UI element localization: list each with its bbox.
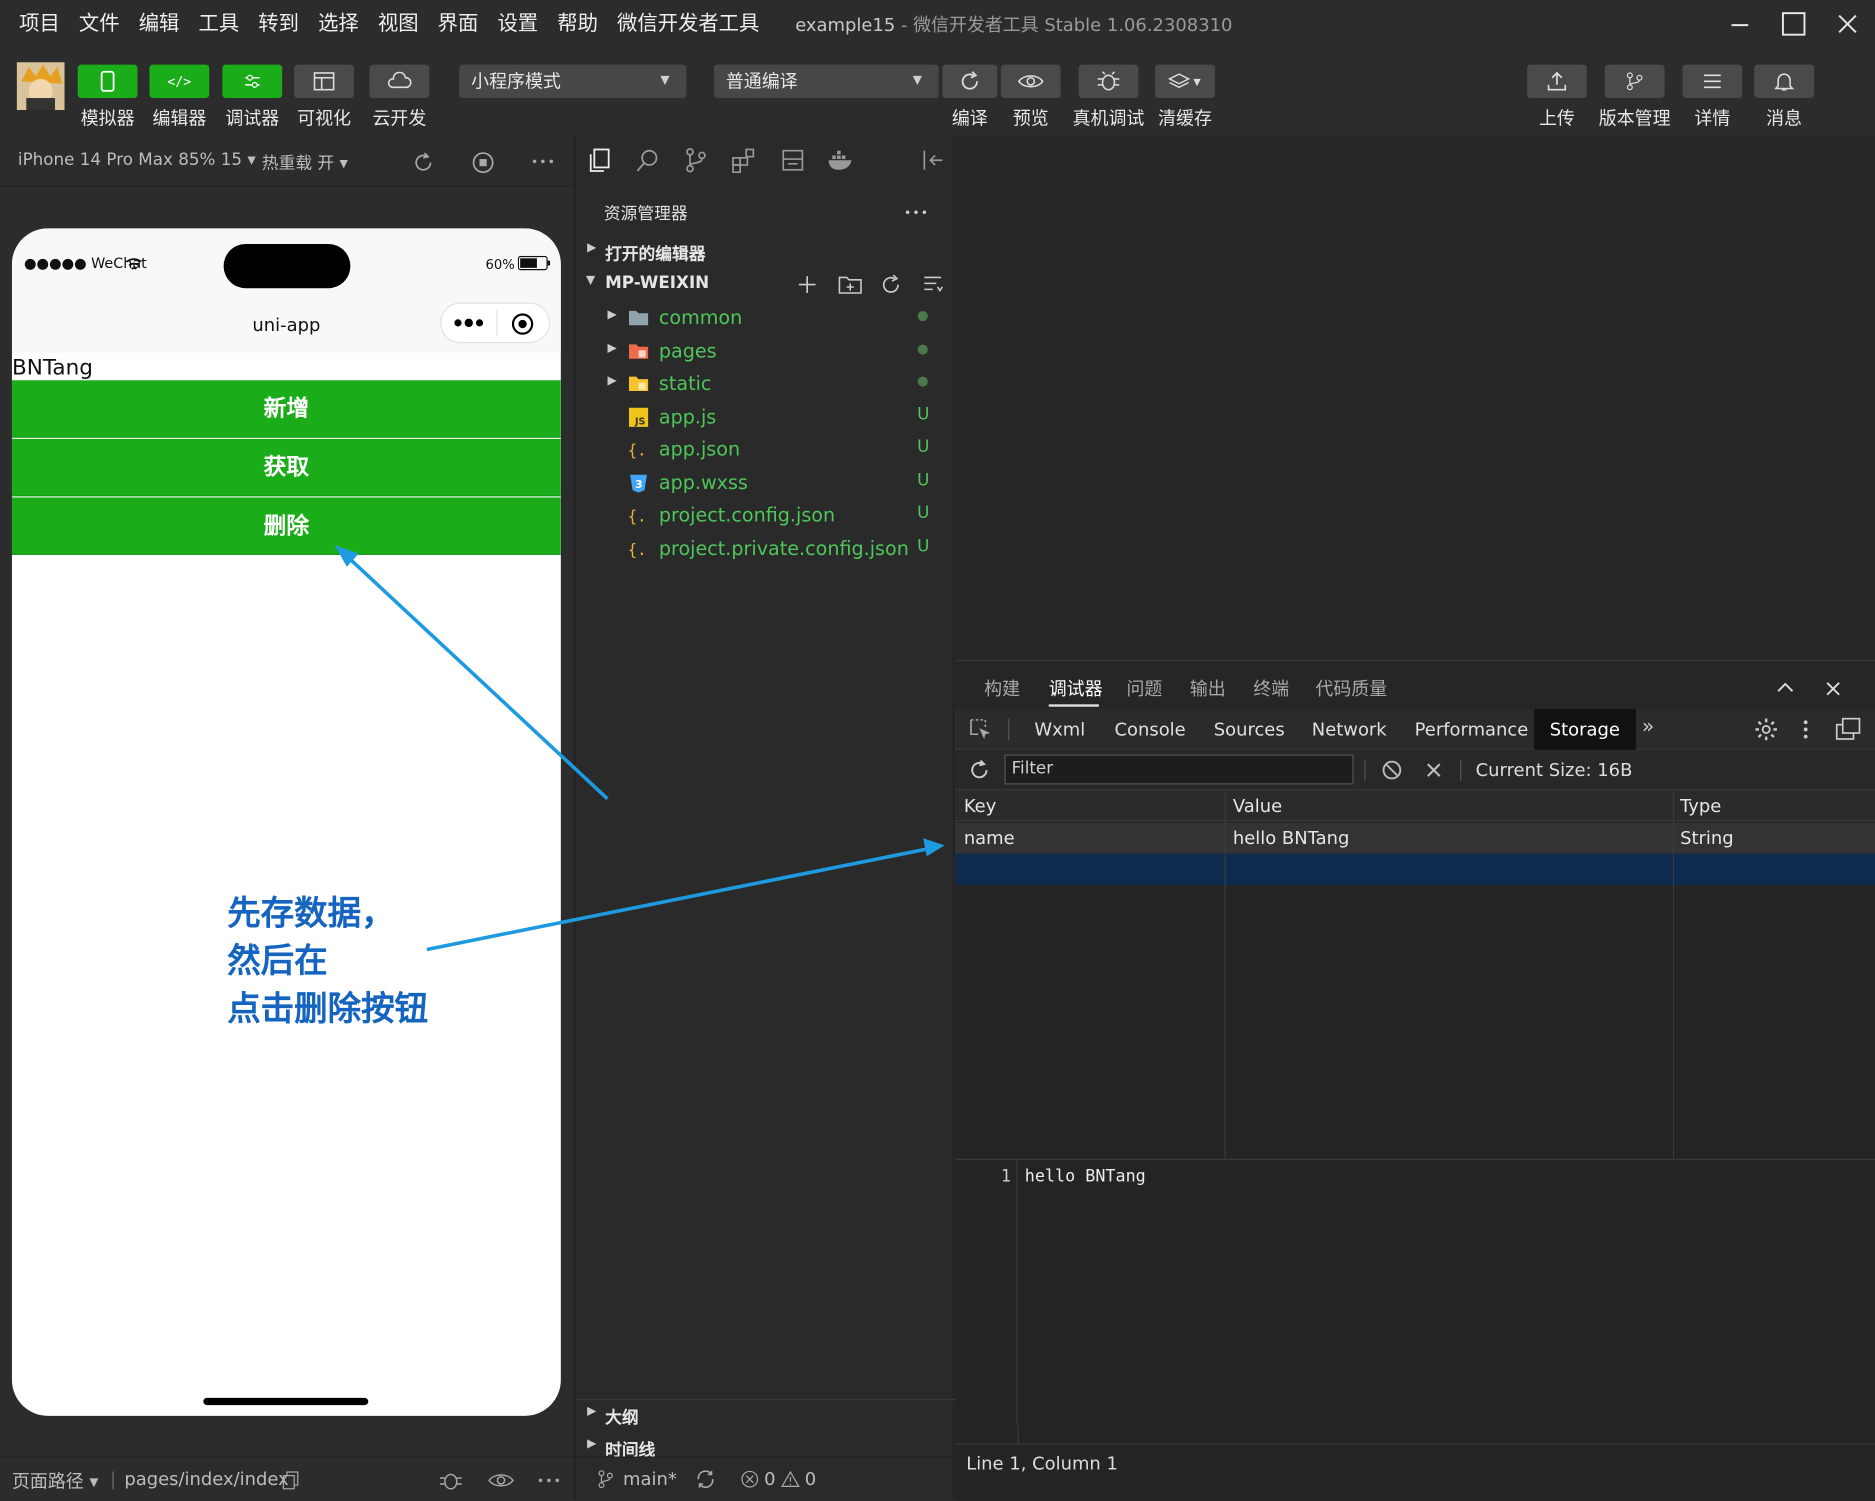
annotation-arrows (334, 545, 945, 952)
arrowhead (923, 838, 945, 857)
arrow-to-storage-row (426, 846, 934, 952)
annotation-line-1: 先存数据， (227, 893, 395, 933)
annotation-line-2: 然后在 (227, 941, 328, 981)
annotation-line-3: 点击删除按钮 (227, 988, 429, 1029)
annotation-text: 先存数据， 然后在 点击删除按钮 (227, 890, 428, 1033)
arrow-to-delete-button (345, 554, 609, 801)
